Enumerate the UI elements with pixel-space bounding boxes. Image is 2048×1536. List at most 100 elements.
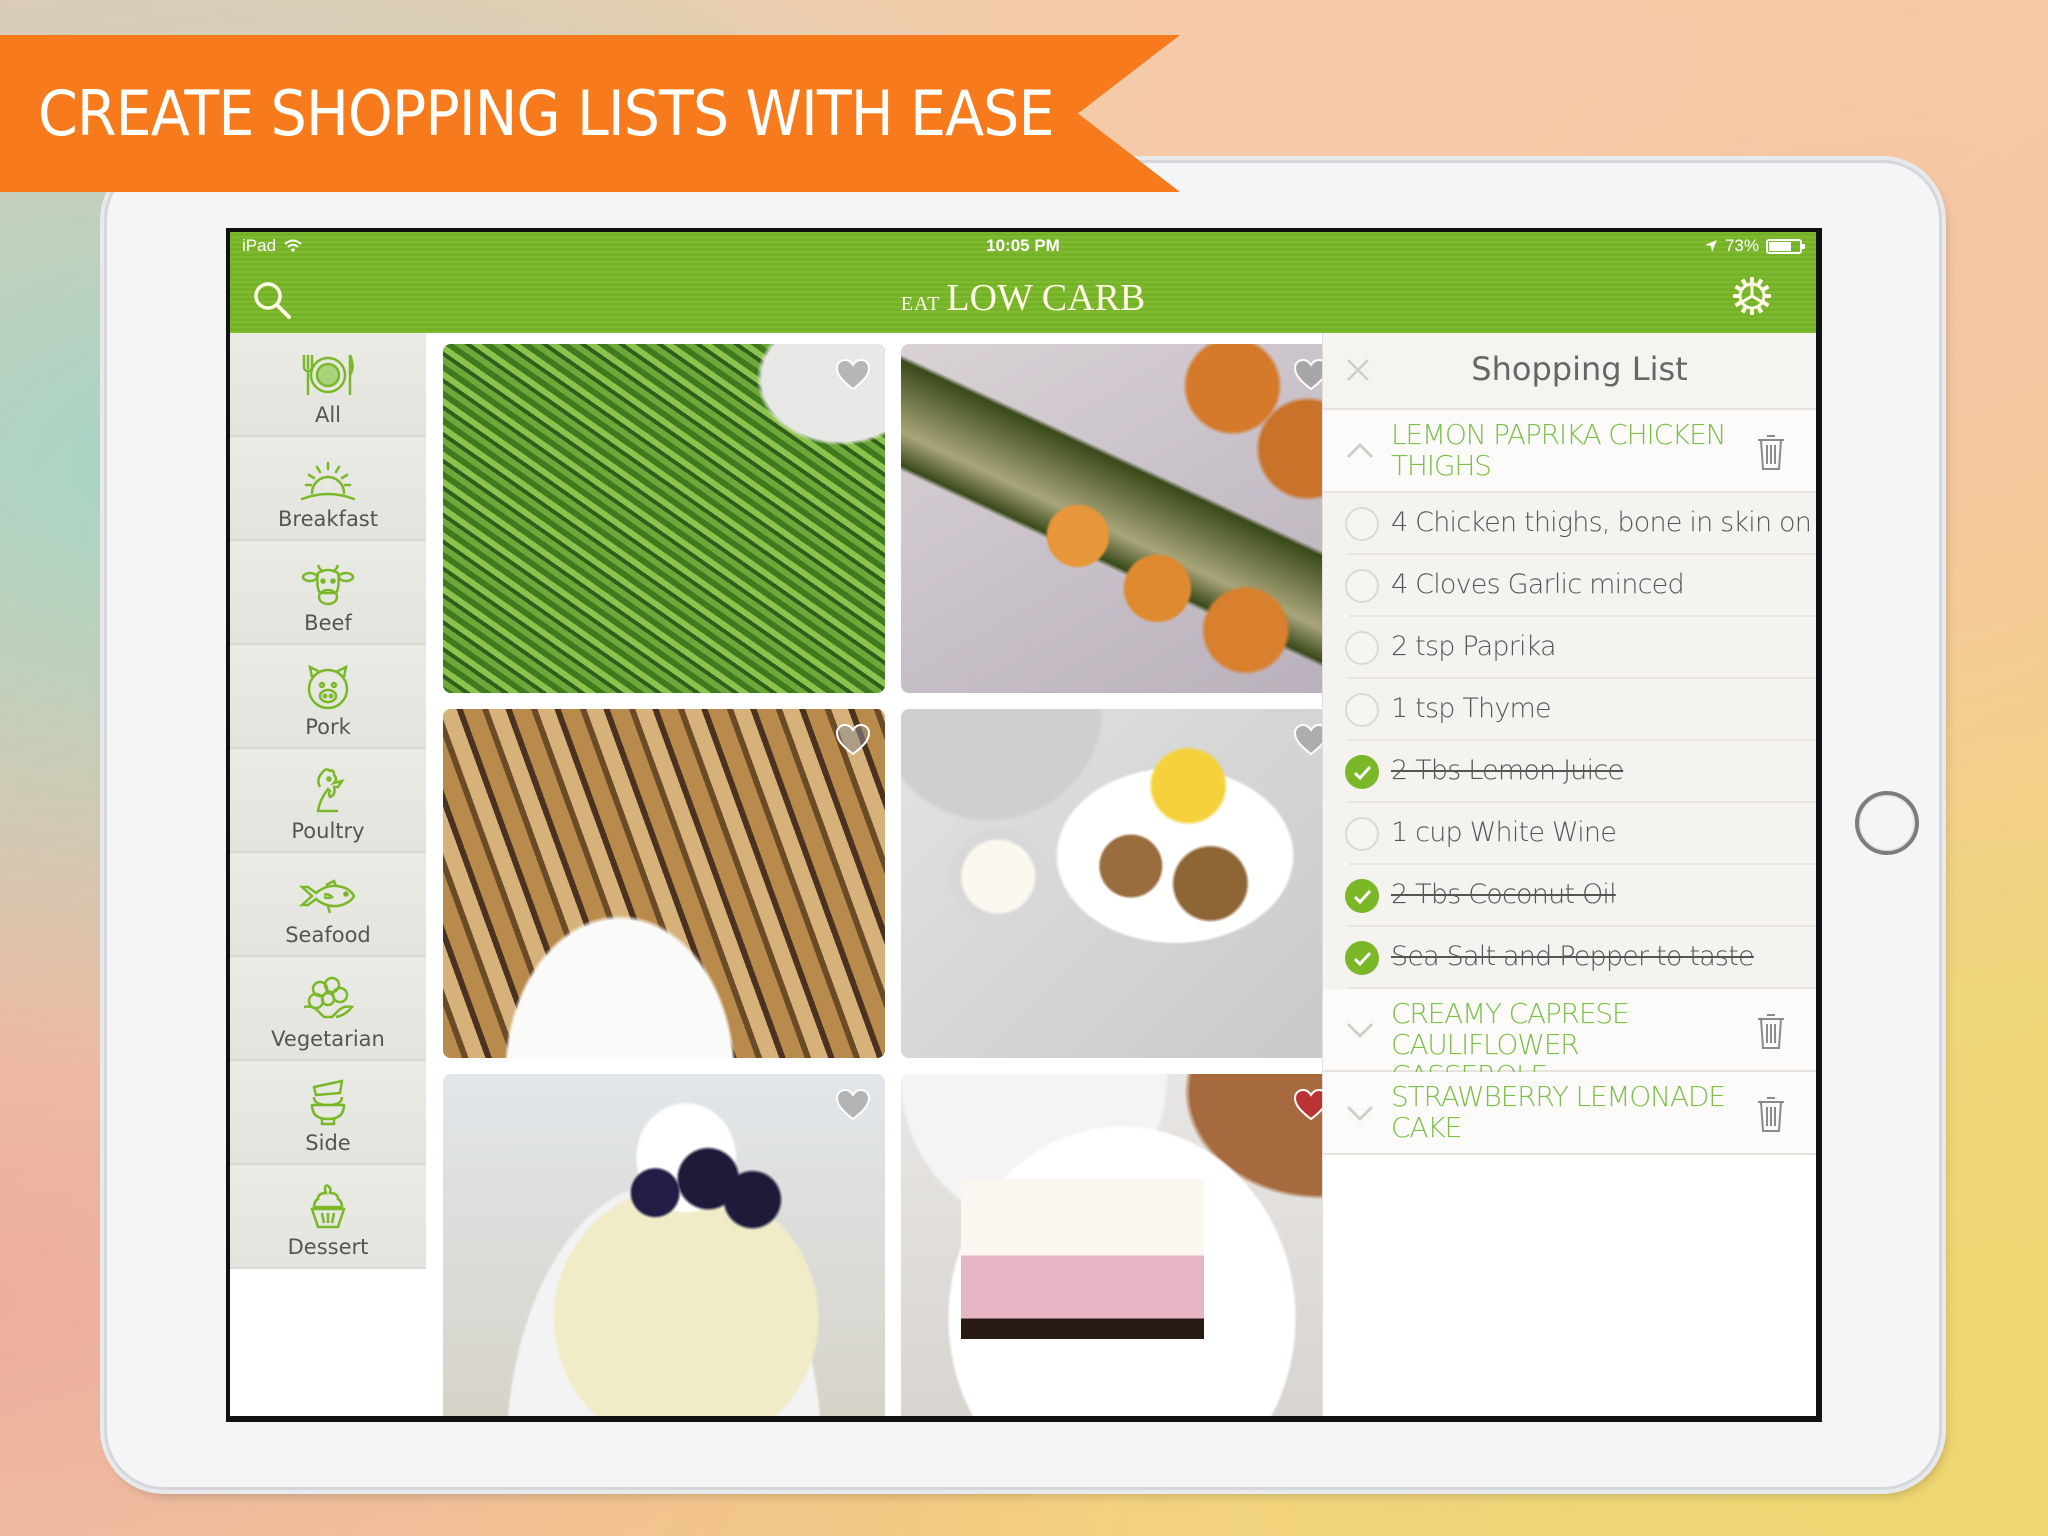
sidebar-item-label: Breakfast	[278, 507, 378, 531]
recipe-card[interactable]	[443, 1074, 885, 1416]
shopping-list-header: Shopping List	[1323, 333, 1816, 410]
ingredient-text: Sea Salt and Pepper to taste	[1391, 941, 1755, 972]
checkbox-checked[interactable]	[1345, 941, 1379, 975]
ingredient-row[interactable]: 2 Tbs Lemon Juice	[1323, 741, 1816, 803]
status-bar: iPad 10:05 PM 73%	[230, 232, 1816, 258]
sidebar-item-poultry[interactable]: Poultry	[230, 749, 426, 853]
recipe-card[interactable]	[443, 709, 885, 1058]
checkbox-checked[interactable]	[1345, 879, 1379, 913]
ingredient-text: 2 Tbs Lemon Juice	[1391, 755, 1624, 786]
checkbox-unchecked[interactable]	[1345, 631, 1379, 665]
recipe-photo-strawberry-lemonade-cake	[901, 1074, 1343, 1416]
checkmark-icon	[1353, 889, 1372, 905]
trash-icon[interactable]	[1756, 1011, 1786, 1051]
recipe-card[interactable]	[901, 1074, 1343, 1416]
sidebar-item-seafood[interactable]: Seafood	[230, 853, 426, 957]
recipe-photo-crab-cakes	[901, 709, 1343, 1058]
ingredient-text: 2 tsp Paprika	[1391, 631, 1557, 662]
ingredient-row[interactable]: 4 Chicken thighs, bone in skin on	[1323, 493, 1816, 555]
checkbox-unchecked[interactable]	[1345, 817, 1379, 851]
recipe-group-row[interactable]: STRAWBERRY LEMONADE CAKE	[1323, 1072, 1816, 1155]
favorite-button[interactable]	[835, 723, 871, 757]
promo-banner: CREATE SHOPPING LISTS WITH EASE	[0, 35, 1180, 192]
logo-eat: EAT	[900, 293, 941, 315]
recipe-card[interactable]	[901, 709, 1343, 1058]
checkmark-icon	[1353, 765, 1372, 781]
status-time: 10:05 PM	[986, 236, 1060, 255]
heart-icon	[835, 358, 871, 391]
ingredient-row[interactable]: 1 tsp Thyme	[1323, 679, 1816, 741]
ingredient-row[interactable]: 2 tsp Paprika	[1323, 617, 1816, 679]
recipe-group-title: LEMON PAPRIKA CHICKEN THIGHS	[1391, 418, 1727, 482]
recipe-photo-shrimp-zucchini	[901, 344, 1343, 693]
checkbox-unchecked[interactable]	[1345, 507, 1379, 541]
sidebar-item-label: Side	[305, 1131, 351, 1155]
sidebar-item-breakfast[interactable]: Breakfast	[230, 437, 426, 541]
recipe-card[interactable]	[901, 344, 1343, 693]
ingredient-row[interactable]: 1 cup White Wine	[1323, 803, 1816, 865]
checkmark-icon	[1353, 951, 1372, 967]
recipe-photo-blueberry-cake	[443, 1074, 885, 1416]
trash-icon[interactable]	[1756, 1094, 1786, 1134]
broccoli-icon	[303, 976, 355, 1019]
recipe-group-row[interactable]: LEMON PAPRIKA CHICKEN THIGHS	[1323, 410, 1816, 493]
battery-level	[1769, 241, 1791, 251]
trash-icon[interactable]	[1756, 432, 1786, 472]
sidebar-item-dessert[interactable]: Dessert	[230, 1165, 426, 1269]
home-button[interactable]	[1855, 791, 1919, 855]
promo-headline: CREATE SHOPPING LISTS WITH EASE	[38, 77, 1054, 150]
battery-icon	[1766, 238, 1805, 254]
favorite-button[interactable]	[835, 1088, 871, 1122]
sidebar-item-label: Vegetarian	[271, 1027, 385, 1051]
ipad-screen: iPad 10:05 PM 73% EAT LOW CARB All Break…	[226, 228, 1822, 1422]
category-sidebar: All Breakfast Beef Pork Poultry Seafood …	[230, 333, 426, 1269]
sidebar-item-side[interactable]: Side	[230, 1061, 426, 1165]
recipe-group-title: STRAWBERRY LEMONADE CAKE	[1391, 1080, 1726, 1144]
bowls-icon	[310, 1079, 346, 1126]
sidebar-item-all[interactable]: All	[230, 333, 426, 437]
nav-bar: EAT LOW CARB	[230, 258, 1816, 333]
chevron-up-icon[interactable]	[1345, 440, 1375, 462]
sidebar-item-label: All	[314, 403, 342, 427]
sidebar-item-vegetarian[interactable]: Vegetarian	[230, 957, 426, 1061]
recipe-card[interactable]	[443, 344, 885, 693]
cow-icon	[301, 564, 355, 606]
sidebar-item-label: Pork	[305, 715, 351, 739]
heart-icon	[835, 1088, 871, 1121]
recipe-photo-roasted-artichokes	[443, 709, 885, 1058]
fish-icon	[298, 879, 356, 914]
plate-cutlery-icon	[302, 354, 354, 395]
recipe-group-row[interactable]: CREAMY CAPRESE CAULIFLOWER CASSEROLE	[1323, 989, 1816, 1091]
checkbox-checked[interactable]	[1345, 755, 1379, 789]
checkbox-unchecked[interactable]	[1345, 693, 1379, 727]
sidebar-item-label: Poultry	[291, 819, 365, 843]
sidebar-item-beef[interactable]: Beef	[230, 541, 426, 645]
sunrise-icon	[300, 461, 356, 501]
ingredient-text: 1 tsp Thyme	[1391, 693, 1552, 724]
settings-button[interactable]	[1730, 274, 1774, 318]
recipe-photo-asparagus-salad	[443, 344, 885, 693]
ingredient-row[interactable]: 2 Tbs Coconut Oil	[1323, 865, 1816, 927]
ingredient-text: 4 Chicken thighs, bone in skin on	[1391, 507, 1812, 538]
sidebar-item-pork[interactable]: Pork	[230, 645, 426, 749]
app-logo: EAT LOW CARB	[230, 276, 1816, 320]
sidebar-item-label: Dessert	[287, 1235, 369, 1259]
pig-icon	[307, 664, 349, 710]
ingredient-text: 4 Cloves Garlic minced	[1391, 569, 1685, 600]
rooster-icon	[316, 768, 345, 813]
shopping-list-panel: Shopping List LEMON PAPRIKA CHICKEN THIG…	[1322, 333, 1816, 1416]
favorite-button[interactable]	[835, 358, 871, 392]
ingredient-row[interactable]: 4 Cloves Garlic minced	[1323, 555, 1816, 617]
app-header: iPad 10:05 PM 73% EAT LOW CARB	[230, 232, 1816, 333]
ingredient-text: 1 cup White Wine	[1391, 817, 1617, 848]
ingredient-text: 2 Tbs Coconut Oil	[1391, 879, 1617, 910]
gear-icon	[1733, 277, 1771, 315]
battery-percent: 73%	[1724, 236, 1759, 255]
sidebar-item-label: Beef	[304, 611, 352, 635]
chevron-down-icon[interactable]	[1345, 1102, 1375, 1124]
ingredient-row[interactable]: Sea Salt and Pepper to taste	[1323, 927, 1816, 989]
chevron-down-icon[interactable]	[1345, 1019, 1375, 1041]
checkbox-unchecked[interactable]	[1345, 569, 1379, 603]
shopping-list-body: LEMON PAPRIKA CHICKEN THIGHS 4 Chicken th…	[1323, 410, 1816, 1155]
app-window: iPad 10:05 PM 73% EAT LOW CARB All Break…	[230, 232, 1816, 1416]
